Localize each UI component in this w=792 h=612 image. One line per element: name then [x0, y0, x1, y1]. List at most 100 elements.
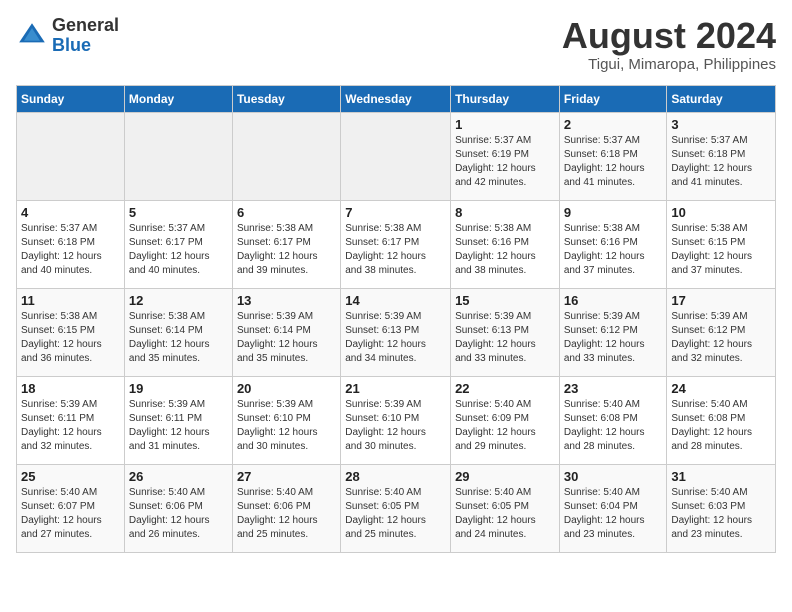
day-number: 4: [21, 205, 120, 220]
day-info: Sunrise: 5:40 AM Sunset: 6:04 PM Dayligh…: [564, 486, 663, 542]
calendar-table: SundayMondayTuesdayWednesdayThursdayFrid…: [16, 85, 776, 553]
day-number: 31: [671, 469, 771, 484]
logo-general-text: General: [52, 15, 119, 35]
day-number: 16: [564, 293, 663, 308]
calendar-cell: [341, 112, 451, 200]
day-number: 19: [129, 381, 228, 396]
logo: General Blue: [16, 16, 119, 56]
calendar-cell: 11Sunrise: 5:38 AM Sunset: 6:15 PM Dayli…: [17, 288, 125, 376]
day-info: Sunrise: 5:37 AM Sunset: 6:18 PM Dayligh…: [564, 134, 663, 190]
day-number: 9: [564, 205, 663, 220]
calendar-cell: 23 Sunrise: 5:40 AM Sunset: 6:08 PM Dayli…: [559, 376, 667, 464]
calendar-cell: 21 Sunrise: 5:39 AM Sunset: 6:10 PM Dayli…: [341, 376, 451, 464]
day-number: 6: [237, 205, 336, 220]
calendar-cell: 30 Sunrise: 5:40 AM Sunset: 6:04 PM Dayli…: [559, 464, 667, 552]
day-number: 25: [21, 469, 120, 484]
day-info: Sunrise: 5:40 AM Sunset: 6:08 PM Dayligh…: [671, 398, 771, 454]
day-number: 30: [564, 469, 663, 484]
day-number: 21: [345, 381, 446, 396]
weekday-header: Monday: [124, 85, 232, 112]
day-number: 27: [237, 469, 336, 484]
day-number: 26: [129, 469, 228, 484]
calendar-cell: 8 Sunrise: 5:38 AM Sunset: 6:16 PM Daylig…: [451, 200, 560, 288]
day-number: 29: [455, 469, 555, 484]
calendar-week-row: 25 Sunrise: 5:40 AM Sunset: 6:07 PM Dayli…: [17, 464, 776, 552]
day-info: Sunrise: 5:40 AM Sunset: 6:09 PM Dayligh…: [455, 398, 555, 454]
day-info: Sunrise: 5:40 AM Sunset: 6:06 PM Dayligh…: [129, 486, 228, 542]
title-block: August 2024 Tigui, Mimaropa, Philippines: [562, 16, 776, 73]
calendar-week-row: 11Sunrise: 5:38 AM Sunset: 6:15 PM Dayli…: [17, 288, 776, 376]
calendar-cell: 31Sunrise: 5:40 AM Sunset: 6:03 PM Dayli…: [667, 464, 776, 552]
day-info: Sunrise: 5:40 AM Sunset: 6:08 PM Dayligh…: [564, 398, 663, 454]
calendar-cell: 9 Sunrise: 5:38 AM Sunset: 6:16 PM Daylig…: [559, 200, 667, 288]
page-header: General Blue August 2024 Tigui, Mimaropa…: [16, 16, 776, 73]
logo-icon: [16, 20, 48, 52]
day-info: Sunrise: 5:39 AM Sunset: 6:13 PM Dayligh…: [345, 310, 446, 366]
calendar-cell: 2Sunrise: 5:37 AM Sunset: 6:18 PM Daylig…: [559, 112, 667, 200]
calendar-cell: 13 Sunrise: 5:39 AM Sunset: 6:14 PM Dayli…: [232, 288, 340, 376]
day-number: 13: [237, 293, 336, 308]
day-number: 15: [455, 293, 555, 308]
day-info: Sunrise: 5:38 AM Sunset: 6:17 PM Dayligh…: [345, 222, 446, 278]
weekday-header: Thursday: [451, 85, 560, 112]
location: Tigui, Mimaropa, Philippines: [562, 56, 776, 73]
day-info: Sunrise: 5:39 AM Sunset: 6:11 PM Dayligh…: [21, 398, 120, 454]
calendar-cell: 15 Sunrise: 5:39 AM Sunset: 6:13 PM Dayli…: [451, 288, 560, 376]
day-info: Sunrise: 5:40 AM Sunset: 6:05 PM Dayligh…: [455, 486, 555, 542]
calendar-cell: 17 Sunrise: 5:39 AM Sunset: 6:12 PM Dayli…: [667, 288, 776, 376]
day-number: 24: [671, 381, 771, 396]
day-number: 22: [455, 381, 555, 396]
calendar-cell: 3 Sunrise: 5:37 AM Sunset: 6:18 PM Daylig…: [667, 112, 776, 200]
weekday-header-row: SundayMondayTuesdayWednesdayThursdayFrid…: [17, 85, 776, 112]
day-info: Sunrise: 5:38 AM Sunset: 6:16 PM Dayligh…: [455, 222, 555, 278]
day-info: Sunrise: 5:39 AM Sunset: 6:14 PM Dayligh…: [237, 310, 336, 366]
day-info: Sunrise: 5:39 AM Sunset: 6:13 PM Dayligh…: [455, 310, 555, 366]
day-number: 8: [455, 205, 555, 220]
calendar-cell: 28Sunrise: 5:40 AM Sunset: 6:05 PM Dayli…: [341, 464, 451, 552]
day-number: 1: [455, 117, 555, 132]
calendar-cell: 29 Sunrise: 5:40 AM Sunset: 6:05 PM Dayli…: [451, 464, 560, 552]
day-info: Sunrise: 5:40 AM Sunset: 6:05 PM Dayligh…: [345, 486, 446, 542]
day-info: Sunrise: 5:40 AM Sunset: 6:07 PM Dayligh…: [21, 486, 120, 542]
day-info: Sunrise: 5:37 AM Sunset: 6:18 PM Dayligh…: [671, 134, 771, 190]
weekday-header: Wednesday: [341, 85, 451, 112]
calendar-cell: 25 Sunrise: 5:40 AM Sunset: 6:07 PM Dayli…: [17, 464, 125, 552]
day-info: Sunrise: 5:37 AM Sunset: 6:18 PM Dayligh…: [21, 222, 120, 278]
day-info: Sunrise: 5:39 AM Sunset: 6:12 PM Dayligh…: [671, 310, 771, 366]
day-number: 3: [671, 117, 771, 132]
day-info: Sunrise: 5:39 AM Sunset: 6:10 PM Dayligh…: [345, 398, 446, 454]
day-number: 7: [345, 205, 446, 220]
month-year: August 2024: [562, 16, 776, 56]
weekday-header: Tuesday: [232, 85, 340, 112]
calendar-cell: 7 Sunrise: 5:38 AM Sunset: 6:17 PM Daylig…: [341, 200, 451, 288]
calendar-cell: 19Sunrise: 5:39 AM Sunset: 6:11 PM Dayli…: [124, 376, 232, 464]
calendar-cell: 5Sunrise: 5:37 AM Sunset: 6:17 PM Daylig…: [124, 200, 232, 288]
day-number: 23: [564, 381, 663, 396]
weekday-header: Friday: [559, 85, 667, 112]
calendar-cell: 22 Sunrise: 5:40 AM Sunset: 6:09 PM Dayli…: [451, 376, 560, 464]
day-info: Sunrise: 5:38 AM Sunset: 6:14 PM Dayligh…: [129, 310, 228, 366]
day-info: Sunrise: 5:39 AM Sunset: 6:12 PM Dayligh…: [564, 310, 663, 366]
calendar-cell: 1Sunrise: 5:37 AM Sunset: 6:19 PM Daylig…: [451, 112, 560, 200]
calendar-cell: [232, 112, 340, 200]
day-number: 14: [345, 293, 446, 308]
calendar-cell: 10 Sunrise: 5:38 AM Sunset: 6:15 PM Dayli…: [667, 200, 776, 288]
day-number: 17: [671, 293, 771, 308]
calendar-cell: 18Sunrise: 5:39 AM Sunset: 6:11 PM Dayli…: [17, 376, 125, 464]
day-info: Sunrise: 5:38 AM Sunset: 6:15 PM Dayligh…: [671, 222, 771, 278]
weekday-header: Sunday: [17, 85, 125, 112]
logo-blue-text: Blue: [52, 35, 91, 55]
day-info: Sunrise: 5:38 AM Sunset: 6:16 PM Dayligh…: [564, 222, 663, 278]
calendar-cell: [17, 112, 125, 200]
weekday-header: Saturday: [667, 85, 776, 112]
day-info: Sunrise: 5:40 AM Sunset: 6:06 PM Dayligh…: [237, 486, 336, 542]
day-info: Sunrise: 5:37 AM Sunset: 6:17 PM Dayligh…: [129, 222, 228, 278]
calendar-cell: 12Sunrise: 5:38 AM Sunset: 6:14 PM Dayli…: [124, 288, 232, 376]
calendar-cell: 24 Sunrise: 5:40 AM Sunset: 6:08 PM Dayli…: [667, 376, 776, 464]
calendar-cell: 26 Sunrise: 5:40 AM Sunset: 6:06 PM Dayli…: [124, 464, 232, 552]
calendar-week-row: 4 Sunrise: 5:37 AM Sunset: 6:18 PM Daylig…: [17, 200, 776, 288]
calendar-cell: 14 Sunrise: 5:39 AM Sunset: 6:13 PM Dayli…: [341, 288, 451, 376]
day-number: 10: [671, 205, 771, 220]
calendar-cell: 20Sunrise: 5:39 AM Sunset: 6:10 PM Dayli…: [232, 376, 340, 464]
calendar-cell: 27 Sunrise: 5:40 AM Sunset: 6:06 PM Dayli…: [232, 464, 340, 552]
